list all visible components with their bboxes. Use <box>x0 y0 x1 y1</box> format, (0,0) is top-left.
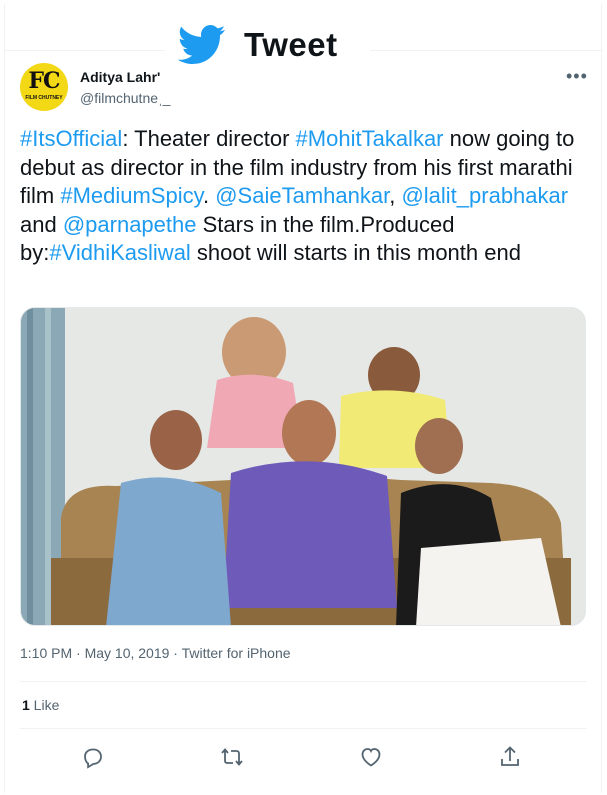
tweet-text-segment: . <box>202 183 216 208</box>
tweet-link[interactable]: #MediumSpicy <box>60 183 203 208</box>
author-display-name[interactable]: Aditya Lahr' <box>80 69 160 85</box>
tweet-timestamp[interactable]: 1:10 PM · May 10, 2019 · Twitter for iPh… <box>20 645 291 661</box>
tweet-text-segment: : Theater director <box>122 126 296 151</box>
avatar-logo-subtext: FILM CHUTNEY <box>25 95 63 101</box>
more-options-icon[interactable]: ••• <box>566 66 588 87</box>
divider <box>20 728 587 729</box>
like-count-label: Like <box>29 697 60 713</box>
twitter-bird-icon <box>178 25 226 64</box>
tweet-link[interactable]: #VidhiKasliwal <box>49 240 190 265</box>
avatar-logo-text: FC <box>28 68 60 94</box>
reply-icon[interactable] <box>81 745 105 769</box>
retweet-icon[interactable] <box>220 745 244 769</box>
tweet-link[interactable]: #MohitTakalkar <box>296 126 444 151</box>
avatar[interactable]: FC FILM CHUTNEY <box>20 63 68 111</box>
like-count-number: 1 <box>22 697 30 713</box>
photo-illustration <box>21 308 585 625</box>
share-icon[interactable] <box>498 745 522 769</box>
tweet-link[interactable]: @parnapethe <box>63 212 197 237</box>
page-title: Tweet <box>244 26 338 63</box>
tweet-link[interactable]: #ItsOfficial <box>20 126 122 151</box>
tweet-text-segment: shoot will starts in this month end <box>190 240 521 265</box>
tweet-photo[interactable] <box>20 307 586 626</box>
tweet-text: #ItsOfficial: Theater director #MohitTak… <box>20 125 595 268</box>
tweet-link[interactable]: @SaieTamhankar <box>215 183 389 208</box>
tweet-text-segment: , <box>389 183 402 208</box>
divider <box>20 681 587 682</box>
author-handle[interactable]: @filmchutneˌ_ <box>80 90 170 106</box>
tweet-link[interactable]: @lalit_prabhakar <box>401 183 568 208</box>
like-icon[interactable] <box>359 745 383 769</box>
like-count[interactable]: 1 Like <box>22 697 59 713</box>
tweet-text-segment: and <box>20 211 63 237</box>
